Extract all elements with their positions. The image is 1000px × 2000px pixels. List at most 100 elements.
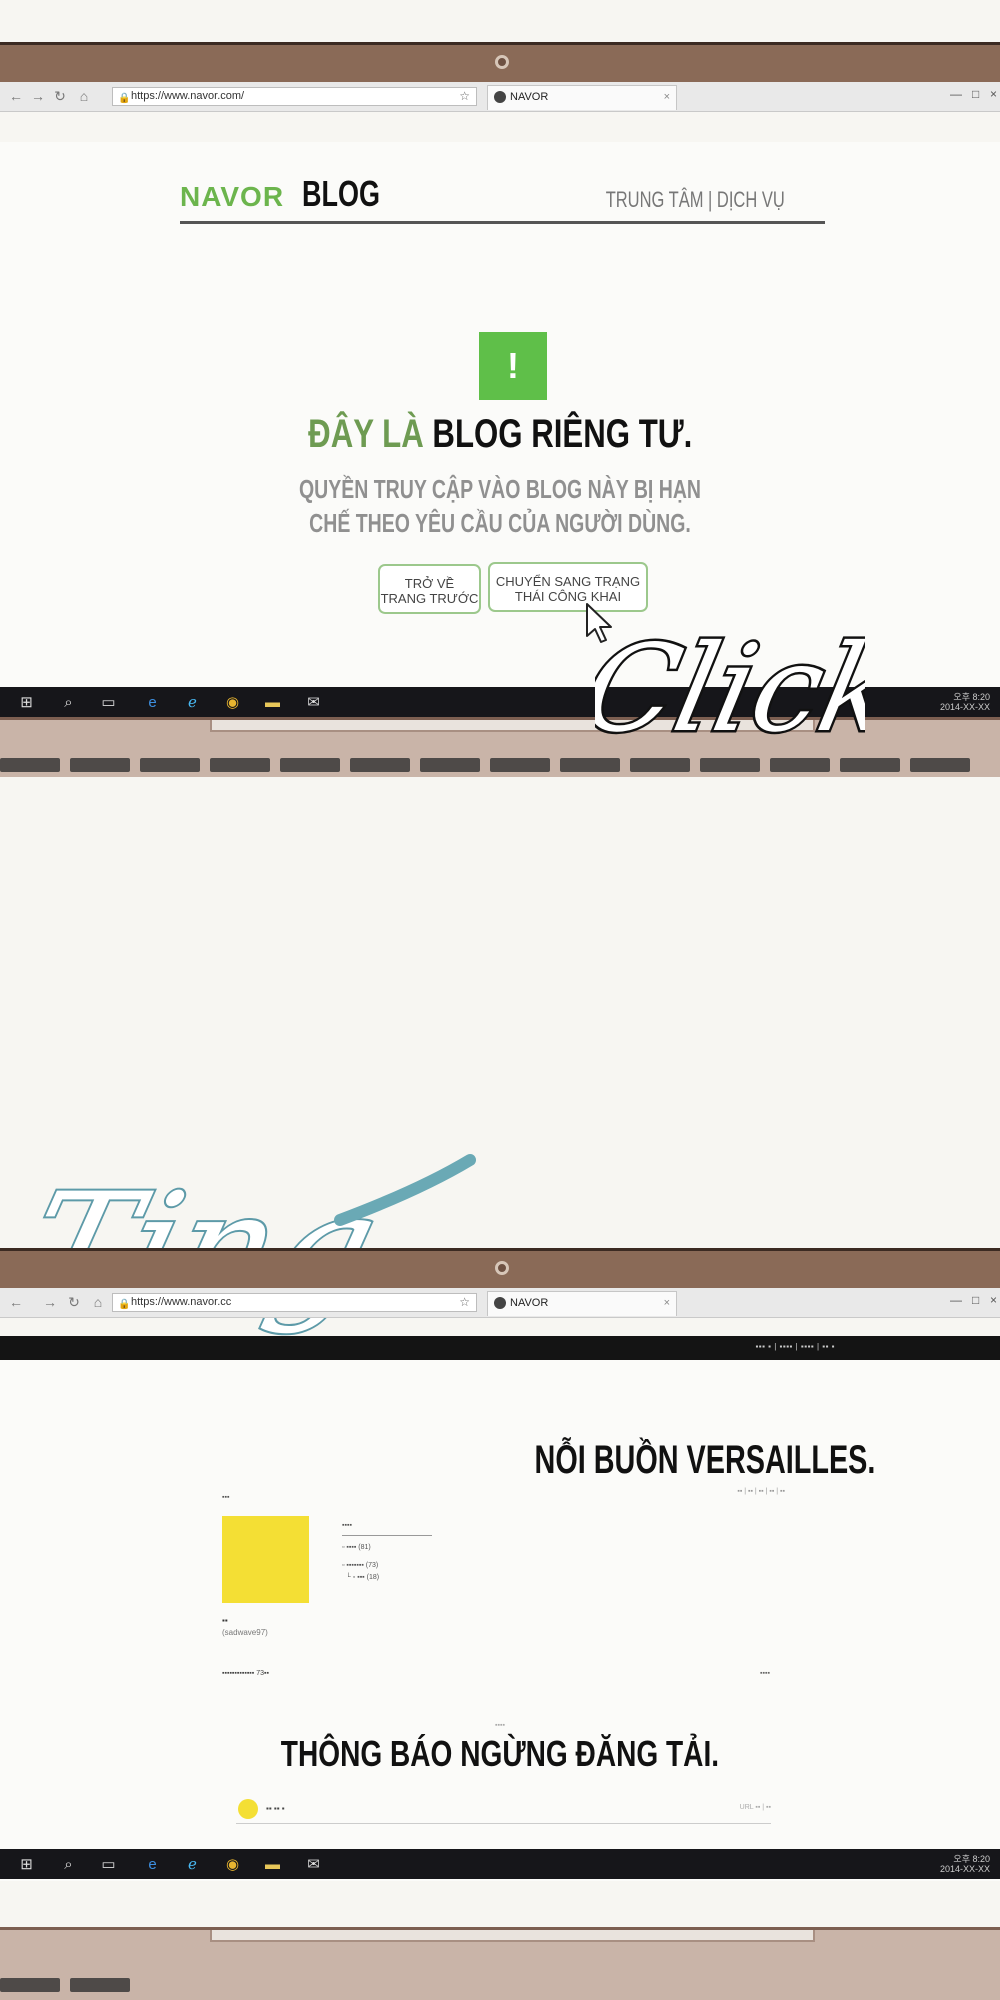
post-category[interactable]: ▪▪▪▪ [0, 1722, 1000, 1729]
search-icon[interactable]: ⌕ [60, 694, 77, 711]
click-sfx: Click [595, 616, 865, 761]
chrome-icon[interactable]: ◉ [224, 694, 241, 711]
switch-public-label-1: CHUYỂN SANG TRẠNG [495, 574, 641, 589]
folder-icon[interactable]: ▬ [264, 1856, 281, 1873]
laptop-bottom: ← → ↻ ⌂ 🔒 https://www.navor.cc ☆ NAVOR ×… [0, 1248, 1000, 2000]
star-icon[interactable]: ☆ [459, 1294, 470, 1311]
forward-icon[interactable]: → [42, 1294, 58, 1310]
edge-icon[interactable]: e [144, 694, 161, 711]
tray-date: 2014-XX-XX [939, 702, 990, 712]
desc-line-2: CHẾ THEO YÊU CẦU CỦA NGƯỜI DÙNG. [309, 508, 691, 538]
header-links[interactable]: TRUNG TÂM | DỊCH VỤ [606, 187, 785, 213]
post-author-row: ▪▪ ▪▪ ▪ URL ▪▪ | ▪▪ [236, 1796, 771, 1824]
webcam-icon [495, 1261, 509, 1275]
laptop-hinge [210, 1930, 815, 1942]
warning-icon: ! [479, 332, 547, 400]
windows-start-icon[interactable]: ⊞ [18, 1856, 35, 1873]
profile-id: (sadwave97) [222, 1628, 268, 1637]
laptop-bezel [0, 42, 1000, 82]
category-title: ▪▪▪▪ [342, 1520, 432, 1536]
url-text: https://www.navor.cc [131, 1296, 232, 1308]
laptop-base [0, 1927, 1000, 2000]
blog-logo[interactable]: BLOG [302, 173, 380, 215]
maximize-icon[interactable]: □ [972, 1293, 979, 1307]
navor-logo[interactable]: NAVOR [180, 181, 284, 213]
ie-icon[interactable]: ℯ [184, 694, 201, 711]
go-back-label-2: TRANG TRƯỚC [380, 591, 479, 606]
search-icon[interactable]: ⌕ [60, 1856, 77, 1873]
browser-toolbar: ← → ↻ ⌂ 🔒 https://www.navor.cc ☆ NAVOR ×… [0, 1288, 1000, 1318]
mail-icon[interactable]: ✉ [305, 694, 322, 711]
lock-icon: 🔒 [118, 1299, 131, 1310]
go-back-button[interactable]: TRỞ VỀ TRANG TRƯỚC [378, 564, 481, 614]
author-avatar[interactable] [238, 1799, 258, 1819]
click-sfx-text: Click [595, 618, 865, 758]
task-view-icon[interactable]: ▭ [100, 694, 117, 711]
laptop-bezel [0, 1248, 1000, 1288]
browser-tab[interactable]: NAVOR × [487, 85, 677, 110]
browser-tab[interactable]: NAVOR × [487, 1291, 677, 1316]
chrome-icon[interactable]: ◉ [224, 1856, 241, 1873]
address-bar[interactable]: 🔒 https://www.navor.cc ☆ [112, 1293, 477, 1312]
neighbor-notice: ▪▪▪▪▪▪▪▪▪▪▪▪▪ 73▪▪ [222, 1670, 269, 1677]
private-blog-description: QUYỀN TRUY CẬP VÀO BLOG NÀY BỊ HẠN CHẾ T… [0, 472, 1000, 540]
windows-start-icon[interactable]: ⊞ [18, 694, 35, 711]
back-icon[interactable]: ← [8, 88, 24, 104]
minimize-icon[interactable]: — [950, 1293, 962, 1307]
system-tray-clock[interactable]: 오후 8:20 2014-XX-XX [940, 1854, 990, 1874]
title-green-part: ĐÂY LÀ [307, 412, 424, 456]
folder-icon[interactable]: ▬ [264, 694, 281, 711]
star-icon[interactable]: ☆ [459, 88, 470, 105]
task-view-icon[interactable]: ▭ [100, 1856, 117, 1873]
tray-time: 오후 8:20 [953, 1854, 990, 1864]
private-blog-title: ĐÂY LÀ BLOG RIÊNG TƯ. [0, 412, 1000, 457]
category-item[interactable]: ▫ ▪▪▪▪▪▪▪ (73) [342, 1560, 432, 1572]
blog-sub-menu[interactable]: ▪▪ | ▪▪ | ▪▪ | ▪▪ | ▪▪ [737, 1488, 785, 1495]
minimize-icon[interactable]: — [950, 87, 962, 101]
neighbor-link[interactable]: ▪▪▪▪ [760, 1670, 770, 1677]
close-icon[interactable]: × [664, 1292, 670, 1315]
blog-top-strip: ▪▪▪ ▪ | ▪▪▪▪ | ▪▪▪▪ | ▪▪ ▪ [0, 1336, 1000, 1360]
home-icon[interactable]: ⌂ [76, 88, 92, 104]
system-tray-clock[interactable]: 오후 8:20 2014-XX-XX [940, 692, 990, 712]
tab-title: NAVOR [510, 1297, 549, 1309]
post-title-text: THÔNG BÁO NGỪNG ĐĂNG TẢI. [280, 1733, 720, 1774]
back-icon[interactable]: ← [8, 1294, 24, 1310]
url-text: https://www.navor.com/ [131, 90, 245, 102]
browser-toolbar: ← → ↻ ⌂ 🔒 https://www.navor.com/ ☆ NAVOR… [0, 82, 1000, 112]
blog-title[interactable]: NỖI BUỒN VERSAILLES. [534, 1438, 875, 1483]
blog-header: NAVOR BLOG TRUNG TÂM | DỊCH VỤ [180, 173, 825, 224]
author-name[interactable]: ▪▪ ▪▪ ▪ [266, 1804, 285, 1813]
taskbar: ⊞ ⌕ ▭ e ℯ ◉ ▬ ✉ 오후 8:20 2014-XX-XX [0, 1849, 1000, 1879]
close-icon[interactable]: × [664, 86, 670, 109]
globe-icon [494, 91, 506, 103]
webcam-icon [495, 55, 509, 69]
forward-icon[interactable]: → [30, 88, 46, 104]
tray-date: 2014-XX-XX [939, 1864, 990, 1874]
address-bar[interactable]: 🔒 https://www.navor.com/ ☆ [112, 87, 477, 106]
profile-name: ▪▪ [222, 1616, 228, 1625]
tab-title: NAVOR [510, 91, 549, 103]
category-item[interactable]: └ ▫ ▪▪▪ (18) [342, 1572, 432, 1584]
avatar[interactable] [222, 1516, 309, 1603]
tray-time: 오후 8:20 [953, 692, 990, 702]
top-strip-links[interactable]: ▪▪▪ ▪ | ▪▪▪▪ | ▪▪▪▪ | ▪▪ ▪ [755, 1342, 835, 1351]
mail-icon[interactable]: ✉ [305, 1856, 322, 1873]
home-icon[interactable]: ⌂ [90, 1294, 106, 1310]
edge-icon[interactable]: e [144, 1856, 161, 1873]
ie-icon[interactable]: ℯ [184, 1856, 201, 1873]
title-black-part: BLOG RIÊNG TƯ. [432, 412, 693, 456]
reload-icon[interactable]: ↻ [52, 88, 68, 104]
globe-icon [494, 1297, 506, 1309]
close-window-icon[interactable]: × [990, 87, 997, 101]
category-item[interactable]: ▫ ▪▪▪▪ (81) [342, 1542, 432, 1554]
category-box: ▪▪▪▪ ▫ ▪▪▪▪ (81) ▫ ▪▪▪▪▪▪▪ (73) └ ▫ ▪▪▪ … [342, 1520, 432, 1584]
reload-icon[interactable]: ↻ [66, 1294, 82, 1310]
close-window-icon[interactable]: × [990, 1293, 997, 1307]
profile-label: ▪▪▪ [222, 1494, 230, 1501]
post-actions[interactable]: URL ▪▪ | ▪▪ [740, 1804, 771, 1811]
maximize-icon[interactable]: □ [972, 87, 979, 101]
go-back-label-1: TRỞ VỀ [404, 576, 455, 591]
post-title: THÔNG BÁO NGỪNG ĐĂNG TẢI. [0, 1733, 1000, 1775]
desc-line-1: QUYỀN TRUY CẬP VÀO BLOG NÀY BỊ HẠN [299, 474, 701, 504]
